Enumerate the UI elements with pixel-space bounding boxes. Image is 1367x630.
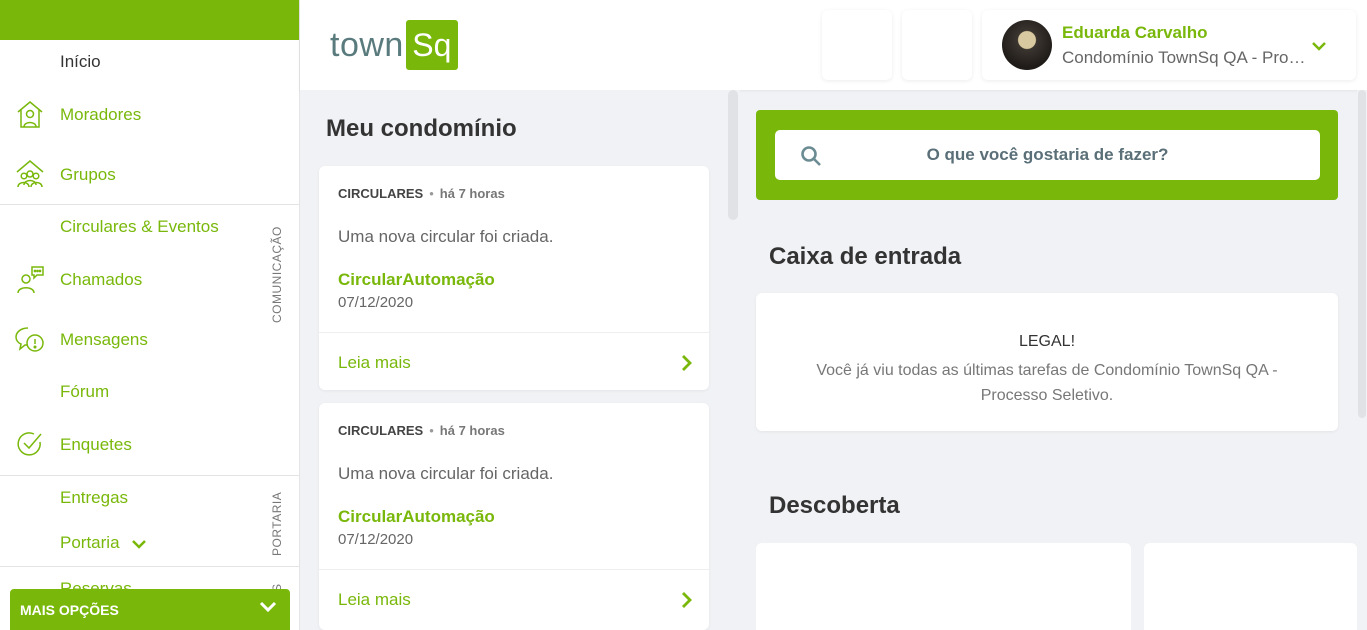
inbox-message: Você já viu todas as últimas tarefas de … [816,362,1278,404]
message-icon [14,323,46,355]
chevron-down-icon [1311,39,1327,57]
townsq-logo[interactable]: town Sq [330,20,458,70]
read-more-link[interactable]: Leia mais [338,353,411,373]
logo-text: town [330,25,404,64]
chevron-right-icon[interactable] [680,354,692,377]
sidebar-item-label: Portaria [60,533,120,552]
card-description: Uma nova circular foi criada. [338,464,554,483]
card-category: CIRCULARES [338,186,424,201]
sidebar-item-portaria[interactable]: Portaria [0,528,255,558]
check-circle-icon [14,428,46,460]
discover-card[interactable] [756,543,1131,630]
card-description: Uma nova circular foi criada. [338,227,554,246]
sidebar-item-label: Mensagens [60,330,148,349]
header-action-button-1[interactable] [822,10,892,80]
sidebar: Início Moradores Grupos Circulares & Eve… [0,0,300,630]
card-divider [319,569,709,570]
sidebar-item-grupos[interactable]: Grupos [0,160,255,190]
discover-card[interactable] [1144,543,1357,630]
sidebar-divider [0,566,299,567]
sidebar-item-label: Chamados [60,270,143,289]
inbox-card: LEGAL! Você já viu todas as últimas tare… [756,293,1338,431]
sidebar-item-label: Grupos [60,165,116,184]
read-more-link[interactable]: Leia mais [338,590,411,610]
sidebar-divider [0,204,299,205]
sidebar-item-label: Início [60,52,101,71]
page-title: Meu condomínio [326,115,517,142]
discover-title: Descoberta [769,492,900,519]
chevron-down-icon [131,537,147,555]
feed-scrollbar[interactable] [728,90,738,630]
top-header: town Sq Eduarda Carvalho Condomínio Town… [300,0,1367,90]
sidebar-item-enquetes[interactable]: Enquetes [0,430,255,460]
sidebar-divider [0,475,299,476]
card-meta: CIRCULARES • há 7 horas [338,186,505,201]
card-divider [319,332,709,333]
section-label-comunicacao: COMUNICAÇÃO [270,226,284,323]
card-time: há 7 horas [439,423,505,438]
feed-column: Meu condomínio CIRCULARES • há 7 horas Uma… [300,90,740,630]
card-date: 07/12/2020 [338,531,414,548]
support-agent-icon [14,263,46,295]
sidebar-item-label: Moradores [60,105,142,124]
sidebar-item-circulares-eventos[interactable]: Circulares & Eventos [0,212,255,242]
feed-card: CIRCULARES • há 7 horas Uma nova circular … [319,166,709,390]
scrollbar-thumb[interactable] [728,90,738,220]
chevron-down-icon [258,600,278,617]
logo-badge: Sq [405,20,458,70]
sidebar-item-inicio[interactable]: Início [0,47,255,77]
search-placeholder: O que você gostaria de fazer? [926,145,1169,164]
header-action-button-2[interactable] [902,10,972,80]
search-panel: O que você gostaria de fazer? [756,110,1338,200]
card-time: há 7 horas [439,186,505,201]
card-meta: CIRCULARES • há 7 horas [338,423,505,438]
inbox-title: Caixa de entrada [769,243,962,270]
sidebar-item-chamados[interactable]: Chamados [0,265,255,295]
sidebar-item-mensagens[interactable]: Mensagens [0,325,255,355]
card-category: CIRCULARES [338,423,424,438]
sidebar-item-label: Entregas [60,488,129,507]
chevron-right-icon[interactable] [680,591,692,614]
residents-icon [14,98,46,130]
sidebar-item-forum[interactable]: Fórum [0,377,255,407]
avatar [1002,20,1052,70]
feed-card: CIRCULARES • há 7 horas Uma nova circular … [319,403,709,630]
card-title-link[interactable]: CircularAutomação [338,507,495,527]
section-label-portaria: PORTARIA [270,491,284,556]
scrollbar-thumb[interactable] [1358,90,1366,418]
more-options-button[interactable]: MAIS OPÇÕES [10,589,290,630]
sidebar-item-label: Enquetes [60,435,132,454]
card-date: 07/12/2020 [338,294,414,311]
search-input[interactable]: O que você gostaria de fazer? [775,130,1320,180]
user-condominium: Condomínio TownSq QA - Processo Seletivo [1062,48,1307,67]
sidebar-item-moradores[interactable]: Moradores [0,100,255,130]
sidebar-item-label: Fórum [60,382,110,401]
page-scrollbar[interactable] [1357,90,1367,630]
card-title-link[interactable]: CircularAutomação [338,270,495,290]
more-options-label: MAIS OPÇÕES [20,601,119,618]
user-name: Eduarda Carvalho [1062,23,1208,42]
inbox-heading: LEGAL! [1018,333,1076,350]
sidebar-header-bar [0,0,299,40]
sidebar-item-label: Circulares & Eventos [60,217,219,236]
sidebar-item-entregas[interactable]: Entregas [0,483,255,513]
groups-icon [14,158,46,190]
user-menu[interactable]: Eduarda Carvalho Condomínio TownSq QA - … [982,10,1356,80]
